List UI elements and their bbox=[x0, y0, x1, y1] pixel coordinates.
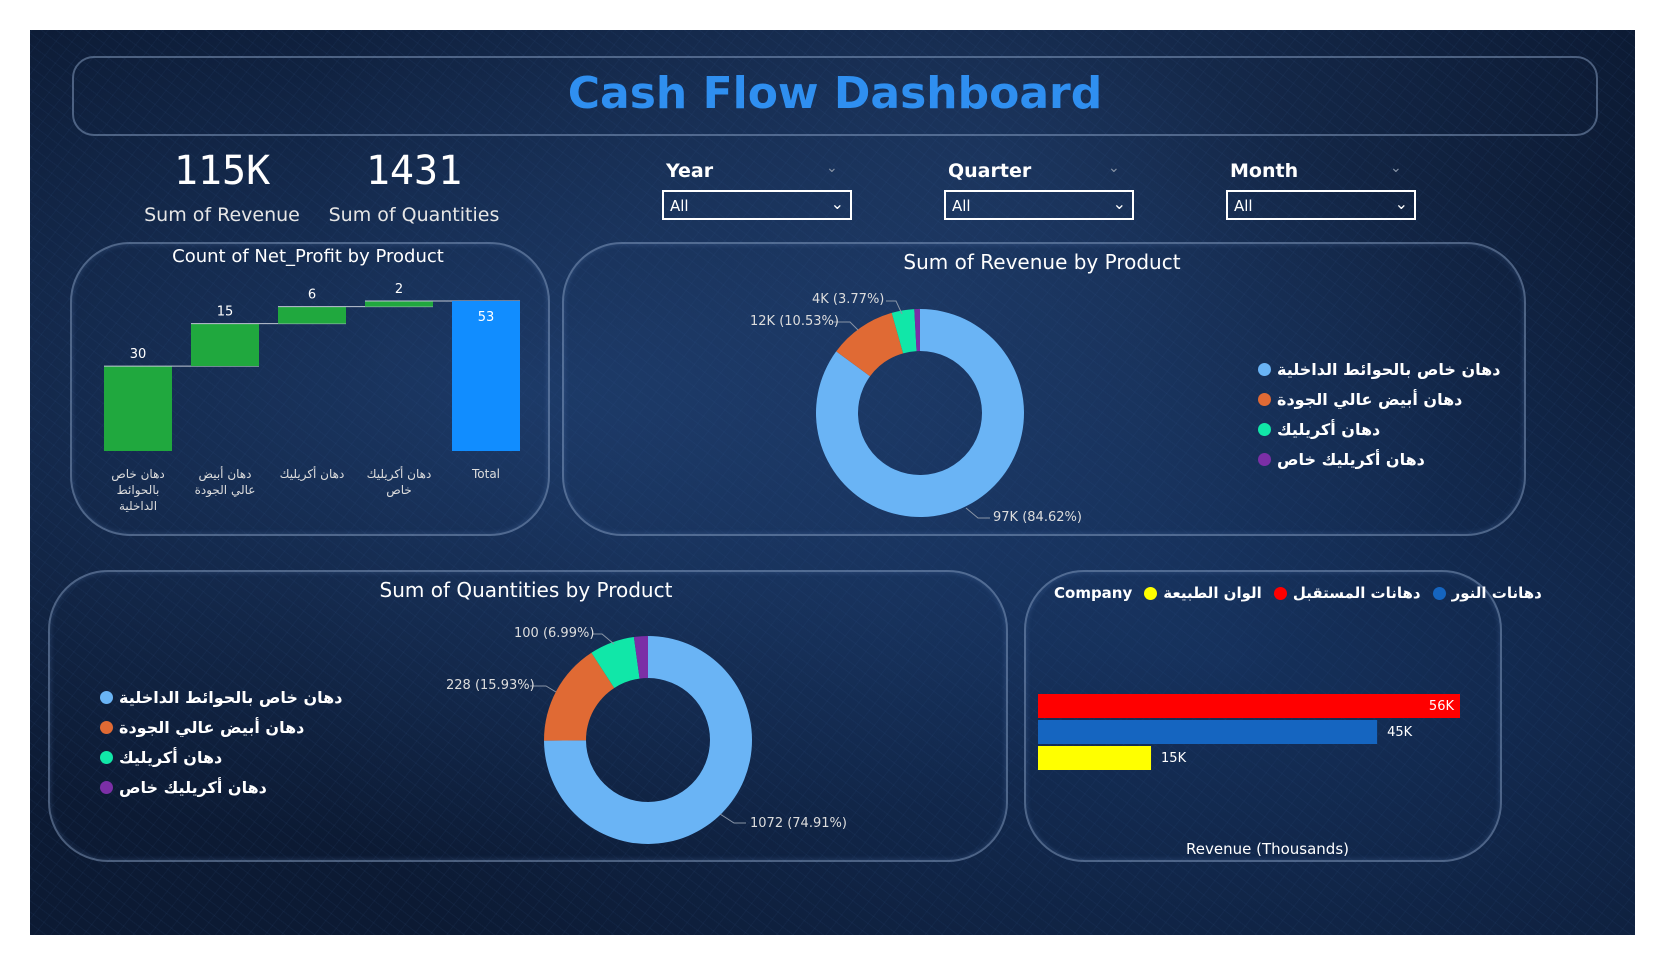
company-x-axis-label: Revenue (Thousands) bbox=[1186, 840, 1350, 858]
company-bar-data-label: 45K bbox=[1387, 725, 1413, 740]
company-bar-data-label: 15K bbox=[1161, 751, 1187, 766]
company-bar bbox=[1038, 694, 1460, 718]
company-bar bbox=[1038, 746, 1152, 770]
company-bar-data-label: 56K bbox=[1429, 699, 1455, 714]
company-bar bbox=[1038, 720, 1378, 744]
company-bar-chart: 56K 45K 15K bbox=[1038, 694, 1460, 770]
dashboard-canvas: Cash Flow Dashboard 115K Sum of Revenue … bbox=[30, 30, 1635, 935]
